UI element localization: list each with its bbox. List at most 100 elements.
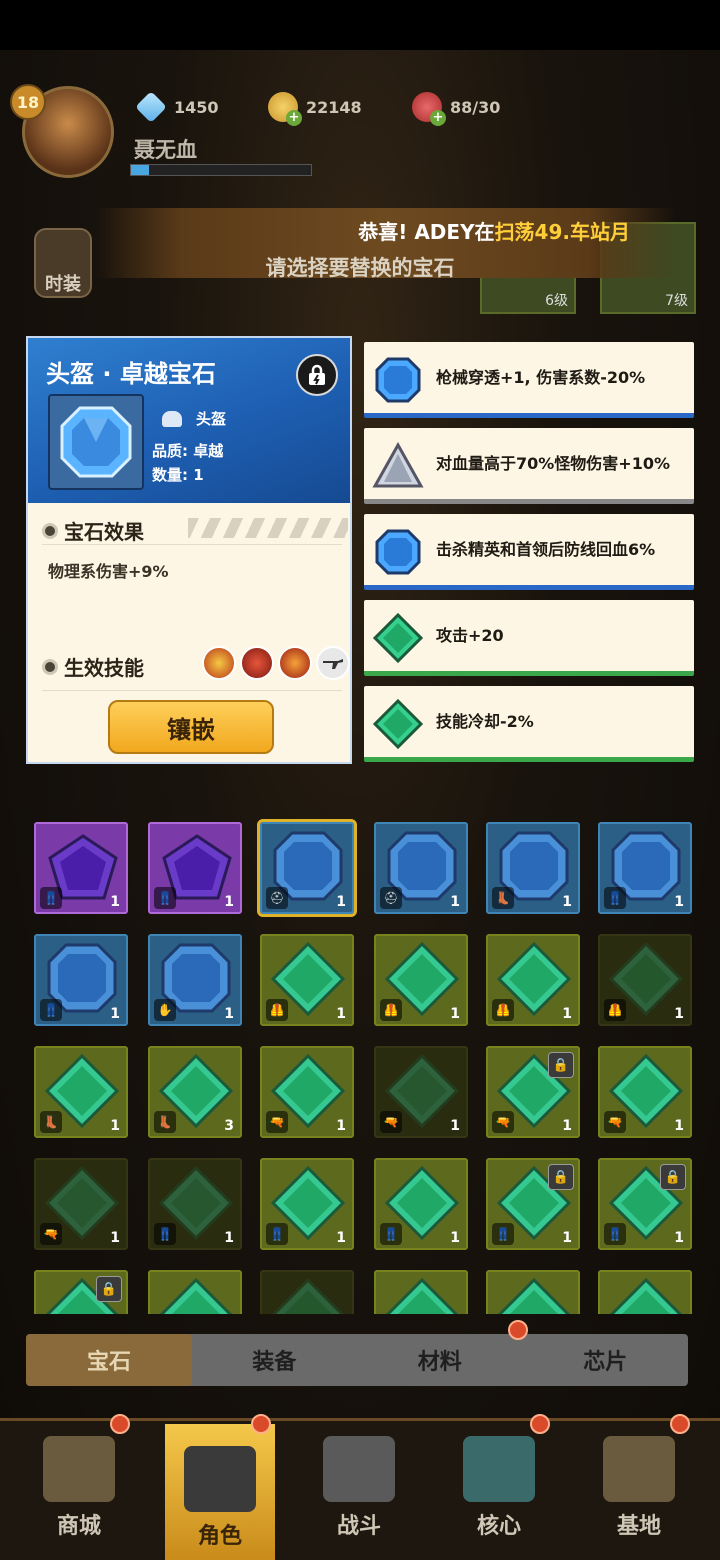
boots-icon: 👢 [492, 887, 514, 909]
replace-gem-option[interactable]: 对血量高于70%怪物伤害+10% [364, 428, 694, 504]
gem-title: 头盔 · 卓越宝石 [46, 360, 216, 388]
gem-slot-cell[interactable]: 🔫 1 🔒 [486, 1046, 580, 1138]
nav-character[interactable]: 角色 [165, 1424, 275, 1560]
gem-count: 1 [110, 894, 120, 910]
tab-materials[interactable]: 材料 [357, 1334, 523, 1386]
news-highlight: 扫荡49.车站月 [494, 220, 630, 244]
gem-slot-cell[interactable]: ✋ 1 [148, 934, 242, 1026]
gem-slot-cell[interactable]: 👢 1 [34, 1046, 128, 1138]
replace-gem-option[interactable]: 枪械穿透+1, 伤害系数-20% [364, 342, 694, 418]
gem-slot-cell[interactable] [374, 1270, 468, 1314]
pants-icon: 👖 [40, 999, 62, 1021]
gem-slot-cell[interactable]: 👖 1 [34, 822, 128, 914]
replace-gem-option[interactable]: 击杀精英和首领后防线回血6% [364, 514, 694, 590]
coin-icon: + [268, 92, 302, 126]
option-effect-text: 枪械穿透+1, 伤害系数-20% [436, 367, 646, 387]
gem-count: 1 [562, 1006, 572, 1022]
xp-bar [130, 164, 312, 176]
costume-button[interactable]: 时装 [34, 228, 92, 298]
gem-count: 1 [562, 1230, 572, 1246]
coin-counter[interactable]: + 22148 [268, 90, 362, 126]
gem-slot-cell[interactable]: 🔒 [34, 1270, 128, 1314]
gem-quantity: 数量: 1 [152, 466, 204, 484]
gem-count: 1 [224, 1230, 234, 1246]
gem-slot-cell[interactable]: 👖 1 🔒 [486, 1158, 580, 1250]
gem-slot-cell[interactable]: 🦺 1 [260, 934, 354, 1026]
gem-slot-cell[interactable]: 👖 1 [374, 1158, 468, 1250]
select-gem-prompt: 请选择要替换的宝石 [265, 256, 455, 280]
gem-count: 1 [336, 1006, 346, 1022]
gem-slot-cell[interactable]: 🔫 1 [260, 1046, 354, 1138]
replace-gem-option[interactable]: 攻击+20 [364, 600, 694, 676]
gem-count: 1 [110, 1006, 120, 1022]
gem-slot-cell[interactable]: ⛑ 1 [374, 822, 468, 914]
skill-icon[interactable] [202, 646, 236, 680]
boots-icon: 👢 [40, 1111, 62, 1133]
gem-slot-cell[interactable]: 🦺 1 [598, 934, 692, 1026]
gem-slot-cell[interactable] [598, 1270, 692, 1314]
divider [42, 544, 342, 545]
gem-slot-cell[interactable]: ⛑ 1 [257, 819, 357, 917]
gem-slot-cell[interactable]: 👖 1 [260, 1158, 354, 1250]
skill-icon[interactable] [278, 646, 312, 680]
nav-label: 战斗 [336, 1514, 381, 1539]
diamond-counter[interactable]: 1450 [135, 90, 219, 124]
section-stripe [188, 518, 348, 538]
tab-equipment[interactable]: 装备 [192, 1334, 358, 1386]
replace-gem-option[interactable]: 技能冷却-2% [364, 686, 694, 762]
gem-slot-cell[interactable]: 🦺 1 [486, 934, 580, 1026]
coin-plus-icon[interactable]: + [286, 110, 302, 126]
divider [42, 690, 342, 691]
gun-icon: 🔫 [380, 1111, 402, 1133]
nav-label: 商城 [56, 1514, 101, 1539]
gem-slot-cell[interactable]: 👖 1 🔒 [598, 1158, 692, 1250]
lock-button[interactable] [296, 354, 338, 396]
pants-icon: 👖 [604, 1223, 626, 1245]
nav-battle[interactable]: 战斗 [304, 1420, 414, 1550]
gem-count: 1 [110, 1230, 120, 1246]
blue-gem-icon [372, 354, 424, 406]
battle-icon [323, 1436, 395, 1502]
gun-icon: 🔫 [40, 1223, 62, 1245]
gem-slot-cell[interactable] [260, 1270, 354, 1314]
meat-icon: + [412, 92, 446, 126]
lock-icon: 🔒 [548, 1052, 574, 1078]
nav-core[interactable]: 核心 [444, 1420, 554, 1550]
gem-slot-cell[interactable]: 👖 1 [148, 822, 242, 914]
bullet-icon [42, 658, 58, 675]
gem-slot-cell[interactable]: 🔫 1 [34, 1158, 128, 1250]
inlay-button[interactable]: 镶嵌 [108, 700, 274, 754]
nav-base[interactable]: 基地 [584, 1420, 694, 1550]
stamina-plus-icon[interactable]: + [430, 110, 446, 126]
nav-shop[interactable]: 商城 [24, 1420, 134, 1550]
nav-label: 核心 [476, 1514, 521, 1539]
tab-chips[interactable]: 芯片 [523, 1334, 689, 1386]
gem-slot-cell[interactable]: 👖 1 [34, 934, 128, 1026]
character-icon [184, 1446, 256, 1512]
gem-slot-cell[interactable]: 👖 1 [598, 822, 692, 914]
nav-label: 基地 [616, 1514, 661, 1539]
gem-slot-cell[interactable]: 🔫 1 [598, 1046, 692, 1138]
rifle-icon[interactable] [316, 646, 350, 680]
armor-icon: 🦺 [266, 999, 288, 1021]
stamina-counter[interactable]: + 88/30 [412, 90, 500, 126]
gem-slot-label: 头盔 [196, 410, 227, 428]
pants-icon: 👖 [154, 887, 176, 909]
gun-icon: 🔫 [492, 1111, 514, 1133]
shop-icon [43, 1436, 115, 1502]
helmet-icon: ⛑ [266, 887, 288, 909]
gem-slot-cell[interactable] [486, 1270, 580, 1314]
gem-slot-cell[interactable] [148, 1270, 242, 1314]
gem-slot-cell[interactable]: 👢 3 [148, 1046, 242, 1138]
skill-icon[interactable] [240, 646, 274, 680]
tab-gems[interactable]: 宝石 [26, 1334, 192, 1386]
gem-count: 1 [224, 894, 234, 910]
glove-icon: ✋ [154, 999, 176, 1021]
gem-count: 1 [562, 1118, 572, 1134]
gem-slot-cell[interactable]: 👢 1 [486, 822, 580, 914]
gem-count: 1 [336, 894, 346, 910]
gem-count: 1 [450, 1006, 460, 1022]
gem-slot-cell[interactable]: 🦺 1 [374, 934, 468, 1026]
gem-slot-cell[interactable]: 🔫 1 [374, 1046, 468, 1138]
gem-slot-cell[interactable]: 👖 1 [148, 1158, 242, 1250]
